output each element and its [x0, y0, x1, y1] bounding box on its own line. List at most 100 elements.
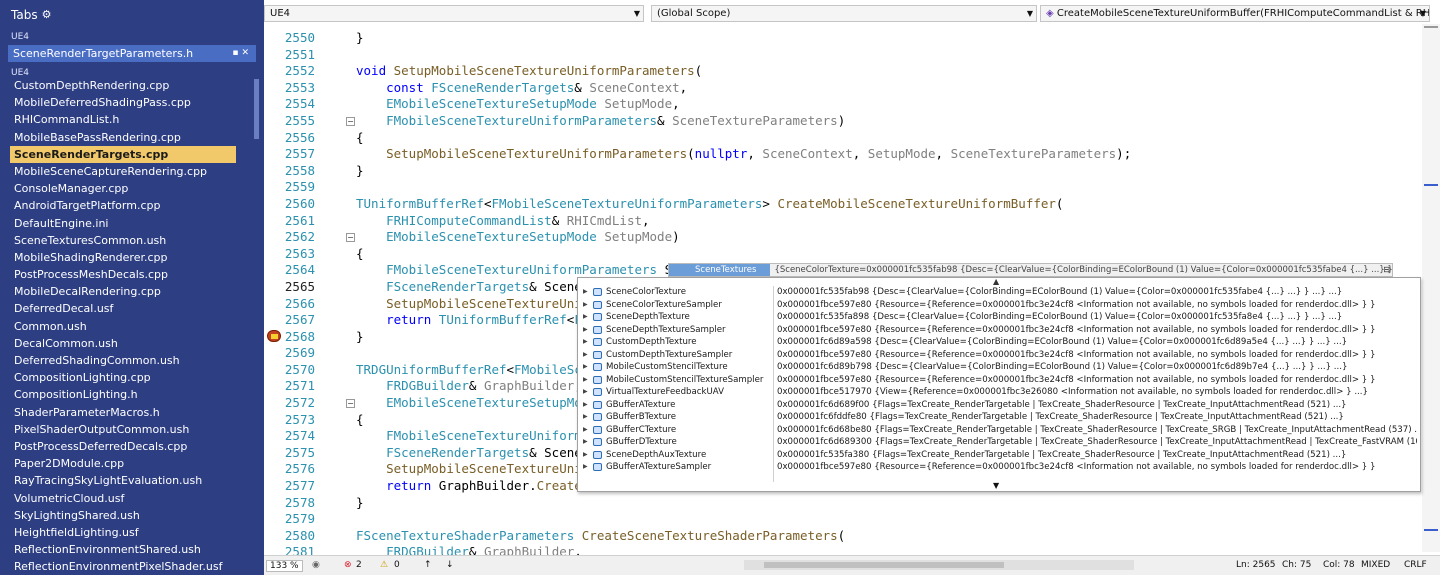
file-tab[interactable]: PostProcessMeshDecals.cpp	[0, 266, 252, 283]
file-tab[interactable]: CompositionLighting.h	[0, 386, 252, 403]
file-tab[interactable]: MobileSceneCaptureRendering.cpp	[0, 163, 252, 180]
expand-arrow-icon[interactable]: ▶	[583, 311, 588, 324]
file-tab[interactable]: MobileDeferredShadingPass.cpp	[0, 94, 252, 111]
datatip-row[interactable]: ▶ MobileCustomStencilTexture 0x000001fc6d8…	[578, 361, 1422, 374]
expand-arrow-icon[interactable]: ▶	[583, 299, 588, 312]
file-tab[interactable]: CustomDepthRendering.cpp	[0, 77, 252, 94]
expand-arrow-icon[interactable]: ▶	[583, 361, 588, 374]
datatip-header[interactable]: SceneTextures {SceneColorTexture=0x000001…	[668, 263, 1393, 277]
breakpoint-arrow-icon[interactable]	[267, 330, 281, 342]
code-line[interactable]: }	[356, 163, 1416, 180]
expand-arrow-icon[interactable]: ▶	[583, 286, 588, 299]
gear-icon[interactable]: ⚙	[42, 0, 52, 30]
file-tab[interactable]: RHICommandList.h	[0, 111, 252, 128]
file-tab[interactable]: ReflectionEnvironmentPixelShader.usf	[0, 558, 252, 575]
file-tab[interactable]: PostProcessDeferredDecals.cpp	[0, 438, 252, 455]
datatip-row[interactable]: ▶ CustomDepthTexture 0x000001fc6d89a598 {D…	[578, 336, 1422, 349]
file-tab[interactable]: Common.ush	[0, 318, 252, 335]
file-tab[interactable]: MobileShadingRenderer.cpp	[0, 249, 252, 266]
file-tab[interactable]: PixelShaderOutputCommon.ush	[0, 421, 252, 438]
expand-arrow-icon[interactable]: ▶	[583, 436, 588, 449]
pinned-file-tab[interactable]: SceneRenderTargetParameters.h ▪✕	[8, 45, 256, 62]
file-tab[interactable]: Paper2DModule.cpp	[0, 455, 252, 472]
file-tab[interactable]: DefaultEngine.ini	[0, 215, 252, 232]
expand-arrow-icon[interactable]: ▶	[583, 386, 588, 399]
expand-arrow-icon[interactable]: ▶	[583, 461, 588, 474]
file-tab[interactable]: DecalCommon.ush	[0, 335, 252, 352]
code-line[interactable]: FSceneTextureShaderParameters CreateScen…	[356, 528, 1416, 545]
file-tab[interactable]: MobileBasePassRendering.cpp	[0, 129, 252, 146]
pin-icon[interactable]: ⊟	[1383, 264, 1390, 276]
code-line[interactable]: {	[356, 130, 1416, 147]
datatip-row[interactable]: ▶ VirtualTextureFeedbackUAV 0x000001fbce51…	[578, 386, 1422, 399]
file-tab[interactable]: DeferredShadingCommon.ush	[0, 352, 252, 369]
code-line[interactable]	[356, 179, 1416, 196]
file-tab[interactable]: ConsoleManager.cpp	[0, 180, 252, 197]
datatip-row[interactable]: ▶ CustomDepthTextureSampler 0x000001fbce59…	[578, 349, 1422, 362]
datatip-row[interactable]: ▶ GBufferDTexture 0x000001fc6d689300 {Flag…	[578, 436, 1422, 449]
zoom-level[interactable]: 133 %	[266, 560, 303, 572]
datatip-variable-name[interactable]: SceneTextures	[669, 264, 771, 276]
file-tab[interactable]: VolumetricCloud.usf	[0, 490, 252, 507]
datatip-row[interactable]: ▶ GBufferCTexture 0x000001fc6d68be80 {Flag…	[578, 424, 1422, 437]
scroll-down-icon[interactable]: ▼	[993, 481, 999, 490]
pin-icon[interactable]: ▪✕	[232, 45, 256, 62]
horizontal-scroll-thumb[interactable]	[764, 562, 1004, 568]
file-tab[interactable]: ShaderParameterMacros.h	[0, 404, 252, 421]
file-tab[interactable]: RayTracingSkyLightEvaluation.ush	[0, 472, 252, 489]
sidebar-scrollbar[interactable]	[253, 77, 261, 575]
expand-arrow-icon[interactable]: ▶	[583, 349, 588, 362]
code-line[interactable]	[356, 47, 1416, 64]
file-tab[interactable]: SceneTexturesCommon.ush	[0, 232, 252, 249]
code-line[interactable]: }	[356, 30, 1416, 47]
line-ending[interactable]: CRLF	[1404, 560, 1427, 570]
file-tab[interactable]: MobileDecalRendering.cpp	[0, 283, 252, 300]
file-tab[interactable]: HeightfieldLighting.usf	[0, 524, 252, 541]
expand-arrow-icon[interactable]: ▶	[583, 424, 588, 437]
sidebar-scroll-thumb[interactable]	[254, 79, 259, 139]
datatip-row[interactable]: ▶ SceneDepthAuxTexture 0x000001fc535fa380 …	[578, 449, 1422, 462]
collapse-icon[interactable]: −	[346, 117, 355, 126]
file-tab[interactable]: SkyLightingShared.ush	[0, 507, 252, 524]
scroll-up-icon[interactable]: ▲	[993, 277, 999, 286]
code-line[interactable]: SetupMobileSceneTextureUniformParameters…	[356, 146, 1416, 163]
function-dropdown[interactable]: ◈ CreateMobileSceneTextureUniformBuffer(…	[1040, 5, 1430, 22]
file-tab[interactable]: DeferredDecal.usf	[0, 300, 252, 317]
datatip-row[interactable]: ▶ MobileCustomStencilTextureSampler 0x0000…	[578, 374, 1422, 387]
code-line[interactable]	[356, 511, 1416, 528]
datatip-row[interactable]: ▶ SceneDepthTextureSampler 0x000001fbce597…	[578, 324, 1422, 337]
code-line[interactable]: }	[356, 495, 1416, 512]
project-dropdown[interactable]: UE4 ▼	[264, 5, 644, 22]
scope-dropdown[interactable]: (Global Scope) ▼	[651, 5, 1037, 22]
warning-count[interactable]: 0	[394, 560, 400, 570]
datatip-row[interactable]: ▶ GBufferATextureSampler 0x000001fbce597e8…	[578, 461, 1422, 474]
file-tab[interactable]: AndroidTargetPlatform.cpp	[0, 197, 252, 214]
datatip-row[interactable]: ▶ SceneColorTextureSampler 0x000001fbce597…	[578, 299, 1422, 312]
code-line[interactable]: {	[356, 246, 1416, 263]
horizontal-scrollbar[interactable]	[744, 560, 1134, 570]
code-line[interactable]: void SetupMobileSceneTextureUniformParam…	[356, 63, 1416, 80]
scroll-up-icon[interactable]	[1424, 26, 1438, 28]
datatip-row[interactable]: ▶ GBufferATexture 0x000001fc6d689f00 {Flag…	[578, 399, 1422, 412]
code-line[interactable]: EMobileSceneTextureSetupMode SetupMode)	[356, 229, 1416, 246]
file-tab-active[interactable]: SceneRenderTargets.cpp	[10, 145, 236, 163]
expand-arrow-icon[interactable]: ▶	[583, 336, 588, 349]
expand-arrow-icon[interactable]: ▶	[583, 411, 588, 424]
collapse-icon[interactable]: −	[346, 233, 355, 243]
error-count[interactable]: 2	[356, 560, 362, 570]
code-line[interactable]: const FSceneRenderTargets& SceneContext,	[356, 80, 1416, 97]
file-tab[interactable]: CompositionLighting.cpp	[0, 369, 252, 386]
error-icon[interactable]: ⊗	[344, 560, 352, 570]
code-line[interactable]: FMobileSceneTextureUniformParameters& Sc…	[356, 113, 1416, 130]
datatip-row[interactable]: ▶ SceneColorTexture 0x000001fc535fab98 {De…	[578, 286, 1422, 299]
code-line[interactable]: EMobileSceneTextureSetupMode SetupMode,	[356, 96, 1416, 113]
expand-arrow-icon[interactable]: ▶	[583, 324, 588, 337]
datatip-row[interactable]: ▶ SceneDepthTexture 0x000001fc535fa898 {De…	[578, 311, 1422, 324]
warning-icon[interactable]: ⚠	[380, 560, 388, 570]
expand-arrow-icon[interactable]: ▶	[583, 399, 588, 412]
expand-arrow-icon[interactable]: ▶	[583, 449, 588, 462]
vertical-scrollbar[interactable]	[1422, 24, 1440, 552]
expand-arrow-icon[interactable]: ▶	[583, 374, 588, 387]
arrow-down-icon[interactable]: ↓	[446, 560, 454, 570]
arrow-up-icon[interactable]: ↑	[424, 560, 432, 570]
